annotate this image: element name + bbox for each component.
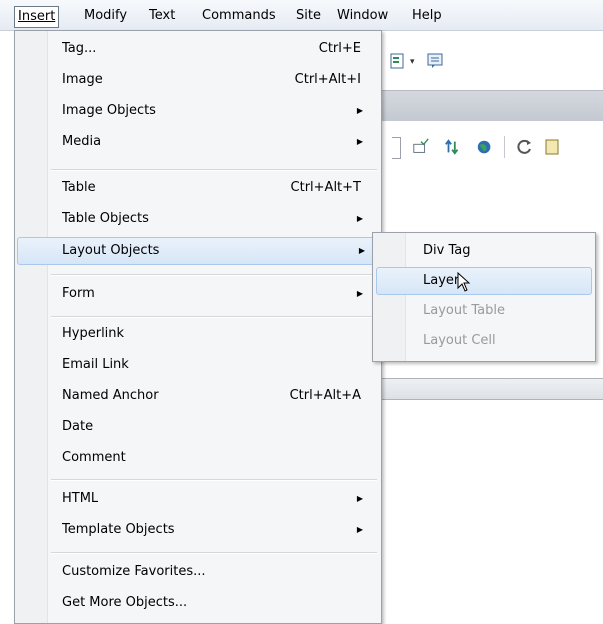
insert-menu: Tag... Ctrl+E Image Ctrl+Alt+I Image Obj… [14, 30, 382, 624]
refresh-icon[interactable] [516, 138, 534, 156]
globe-icon[interactable] [476, 138, 494, 156]
shortcut-label: Ctrl+E [318, 41, 361, 56]
submenu-arrow-icon: ▶ [356, 289, 363, 298]
menu-site-label: Site [296, 8, 321, 23]
document-toolbar [378, 126, 603, 168]
menu-item-form[interactable]: Form ▶ [17, 280, 377, 308]
menu-item-html[interactable]: HTML ▶ [17, 485, 377, 513]
submenu-item-layer[interactable]: Layer [376, 267, 592, 295]
file-transfer-icon[interactable] [444, 138, 462, 156]
shortcut-label: Ctrl+Alt+I [294, 72, 361, 87]
menu-item-tag[interactable]: Tag... Ctrl+E [17, 35, 377, 63]
submenu-item-layout-table: Layout Table [376, 297, 590, 325]
menu-item-label: Tag... [62, 41, 97, 56]
shortcut-label: Ctrl+Alt+A [289, 388, 361, 403]
submenu-arrow-icon: ▶ [356, 494, 363, 503]
menu-item-date[interactable]: Date [17, 413, 377, 441]
toolbar-area: ▾ [378, 40, 603, 82]
menu-commands[interactable]: Commands [198, 6, 280, 26]
menu-site[interactable]: Site [292, 6, 325, 26]
page-icon[interactable] [388, 52, 406, 70]
menu-item-layout-objects[interactable]: Layout Objects ▶ [17, 237, 379, 265]
document-tab-strip [378, 90, 603, 121]
submenu-item-layout-cell: Layout Cell [376, 327, 590, 355]
submenu-arrow-icon: ▶ [356, 137, 363, 146]
menu-text[interactable]: Text [145, 6, 179, 26]
code-icon[interactable] [426, 52, 444, 70]
menu-item-label: Hyperlink [62, 326, 125, 341]
menu-item-label: Template Objects [62, 522, 175, 537]
dropdown-caret-icon[interactable]: ▾ [410, 57, 415, 67]
submenu-item-div-tag[interactable]: Div Tag [376, 237, 590, 265]
mouse-pointer-icon [457, 272, 471, 292]
menu-commands-label: Commands [202, 8, 276, 23]
menu-item-media[interactable]: Media ▶ [17, 128, 377, 156]
menu-item-comment[interactable]: Comment [17, 444, 377, 472]
menu-bar: Insert Modify Text Commands Site Window … [0, 0, 603, 31]
menu-separator [51, 274, 377, 276]
menu-item-label: Customize Favorites... [62, 564, 206, 579]
menu-item-named-anchor[interactable]: Named Anchor Ctrl+Alt+A [17, 382, 377, 410]
menu-item-label: Media [62, 134, 102, 149]
menu-item-label: Image [62, 72, 103, 87]
menu-window[interactable]: Window [333, 6, 392, 26]
menu-item-table[interactable]: Table Ctrl+Alt+T [17, 174, 377, 202]
menu-separator [51, 316, 377, 318]
submenu-arrow-icon: ▶ [356, 106, 363, 115]
menu-item-label: Layer [423, 273, 460, 288]
menu-item-email-link[interactable]: Email Link [17, 351, 377, 379]
submenu-arrow-icon: ▶ [358, 246, 365, 255]
menu-item-label: Comment [62, 450, 126, 465]
menu-item-label: Layout Table [423, 303, 505, 318]
menu-window-label: Window [337, 8, 389, 23]
validate-icon[interactable] [412, 138, 430, 156]
menu-item-label: Image Objects [62, 103, 156, 118]
menu-item-label: Table Objects [62, 211, 149, 226]
menu-item-image[interactable]: Image Ctrl+Alt+I [17, 66, 377, 94]
menu-item-table-objects[interactable]: Table Objects ▶ [17, 205, 377, 233]
menu-help-label: Help [412, 8, 442, 23]
menu-item-label: Layout Cell [423, 333, 496, 348]
menu-item-label: HTML [62, 491, 99, 506]
menu-item-label: Email Link [62, 357, 129, 372]
menu-separator [51, 169, 377, 171]
layout-objects-submenu: Div Tag Layer Layout Table Layout Cell [372, 232, 596, 362]
menu-item-hyperlink[interactable]: Hyperlink [17, 320, 377, 348]
menu-item-label: Form [62, 286, 95, 301]
toolbar-divider [504, 136, 505, 158]
menu-item-label: Named Anchor [62, 388, 159, 403]
menu-item-image-objects[interactable]: Image Objects ▶ [17, 97, 377, 125]
shortcut-label: Ctrl+Alt+T [290, 180, 361, 195]
menu-item-label: Get More Objects... [62, 595, 188, 610]
title-field-edge[interactable] [392, 137, 401, 159]
menu-text-label: Text [149, 8, 176, 23]
menu-item-label: Div Tag [423, 243, 471, 258]
menu-insert[interactable]: Insert [14, 6, 60, 28]
menu-item-customize-favorites[interactable]: Customize Favorites... [17, 558, 377, 586]
menu-modify-label: Modify [84, 8, 128, 23]
menu-item-label: Date [62, 419, 94, 434]
menu-item-label: Table [62, 180, 96, 195]
submenu-arrow-icon: ▶ [356, 214, 363, 223]
menu-separator [51, 552, 377, 554]
menu-item-label: Layout Objects [62, 243, 160, 258]
menu-item-get-more-objects[interactable]: Get More Objects... [17, 589, 377, 617]
menu-insert-label: Insert [18, 9, 56, 24]
submenu-arrow-icon: ▶ [356, 525, 363, 534]
menu-help[interactable]: Help [408, 6, 446, 26]
menu-item-template-objects[interactable]: Template Objects ▶ [17, 516, 377, 544]
view-options-icon[interactable] [544, 138, 562, 156]
status-strip [378, 378, 603, 400]
menu-separator [51, 479, 377, 481]
menu-modify[interactable]: Modify [80, 6, 131, 26]
